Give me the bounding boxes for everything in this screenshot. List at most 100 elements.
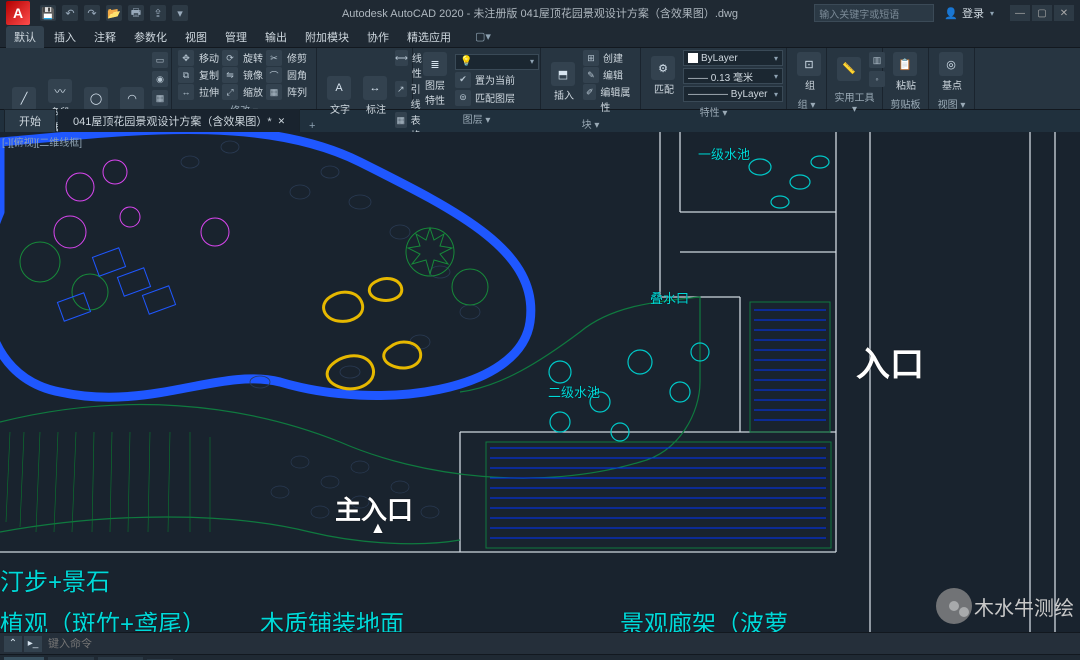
panel-group-title[interactable]: 组 ▾ [793,94,820,111]
command-input[interactable] [42,638,1076,650]
label-main-entry-arrow: ▲ [370,520,386,538]
cmd-paste[interactable]: 📋粘贴 [889,50,921,94]
cmd-dim[interactable]: ↔标注 [359,74,391,118]
autocad-logo[interactable]: A [6,1,30,25]
panel-base: ◎基点 视图 ▾ [929,48,975,109]
panel-block: ⬒插入 ⊞创建 ✎编辑 ✐编辑属性 块 ▾ [541,48,641,109]
window-title: Autodesk AutoCAD 2020 - 未注册版 041屋顶花园景观设计… [342,5,738,21]
draw-ellipse-icon[interactable]: ◉ [152,71,168,87]
ribbon: ╱直线 〰多段线 ◯圆 ◠圆弧 ▭ ◉ ▦ ∿ • ▤ 绘图 ▾ ✥移动⟳旋转✂… [0,48,1080,110]
cmd-layerprops[interactable]: ≣图层特性 [419,50,451,109]
panel-layer-title[interactable]: 图层 ▾ [419,109,534,126]
label-pool1: 一级水池 [698,144,750,163]
move-icon[interactable]: ✥ [178,50,194,66]
circle-icon: ◯ [84,87,108,111]
draw-hatch-icon[interactable]: ▦ [152,90,168,106]
matchlyr-icon[interactable]: ⊜ [455,90,471,106]
tab-featured[interactable]: 精选应用 [399,26,459,48]
create-icon[interactable]: ⊞ [583,50,599,66]
trim-icon[interactable]: ✂ [266,50,282,66]
layer-dropdown[interactable]: 💡▾ [455,54,539,70]
cmd-measure[interactable]: 📏 [833,55,865,83]
draw-rect-icon[interactable]: ▭ [152,52,168,68]
close-tab-icon[interactable]: ✕ [278,116,286,127]
cmd-props[interactable]: ⚙匹配 [647,54,679,98]
search-placeholder: 输入关键字或短语 [819,6,899,21]
qat-share-icon[interactable]: ⇪ [150,5,166,21]
rotate-icon[interactable]: ⟳ [222,50,238,66]
minimize-button[interactable]: — [1010,5,1030,21]
text-icon: A [327,76,351,100]
qat-undo-icon[interactable]: ↶ [62,5,78,21]
panel-annotation: A文字 ↔标注 ⟷线性 ↗引线 ▦表格 注释 ▾ [317,48,413,109]
tab-annotate[interactable]: 注释 [86,26,124,48]
editattr-icon[interactable]: ✐ [583,84,596,100]
lineweight-dropdown[interactable]: —— 0.13 毫米▾ [683,68,783,84]
viewport-controls[interactable]: [-][俯视][二维线框] [2,134,82,149]
doctab-start[interactable]: 开始 [4,109,56,132]
fillet-icon[interactable]: ⌒ [266,67,282,83]
tab-parametric[interactable]: 参数化 [126,26,175,48]
qat-open-icon[interactable]: 📂 [106,5,122,21]
tab-insert[interactable]: 插入 [46,26,84,48]
qat-save-icon[interactable]: 💾 [40,5,56,21]
quick-access-toolbar: 💾 ↶ ↷ 📂 🖶 ⇪ ▾ [40,5,188,21]
tab-collab[interactable]: 协作 [359,26,397,48]
doctab-file[interactable]: 041屋顶花园景观设计方案（含效果图）*✕ [58,109,300,132]
panel-draw: ╱直线 〰多段线 ◯圆 ◠圆弧 ▭ ◉ ▦ ∿ • ▤ 绘图 ▾ [2,48,172,109]
stretch-icon[interactable]: ↔ [178,84,194,100]
cmd-insert[interactable]: ⬒插入 [547,60,579,104]
linetype-dropdown[interactable]: ———— ByLayer▾ [683,86,783,102]
group-icon: ⊡ [797,52,821,76]
command-line[interactable]: ⌃ ▸_ [0,632,1080,654]
tab-addins[interactable]: 附加模块 [297,26,357,48]
props-icon: ⚙ [651,56,675,80]
array-icon[interactable]: ▦ [266,84,282,100]
qat-dropdown-icon[interactable]: ▾ [172,5,188,21]
cmd-expand-icon[interactable]: ⌃ [4,636,22,652]
label-pergola: 景观廊架（波萝 [620,604,788,632]
edit-icon[interactable]: ✎ [583,67,599,83]
label-pool2: 二级水池 [548,382,600,401]
tab-default[interactable]: 默认 [6,26,44,48]
doctab-new[interactable]: + [302,120,322,132]
tab-output[interactable]: 输出 [257,26,295,48]
linear-icon[interactable]: ⟷ [395,50,408,66]
setcur-icon[interactable]: ✔ [455,72,471,88]
cmd-base[interactable]: ◎基点 [935,50,967,94]
maximize-button[interactable]: ▢ [1032,5,1052,21]
cmd-text[interactable]: A文字 [323,74,355,118]
ribbon-tabs: 默认 插入 注释 参数化 视图 管理 输出 附加模块 协作 精选应用 ▢▾ [0,26,1080,48]
tab-manage[interactable]: 管理 [217,26,255,48]
panel-util-title[interactable]: 实用工具 ▾ [833,87,876,115]
arc-icon: ◠ [120,87,144,111]
panel-clip-title[interactable]: 剪贴板 [889,94,922,111]
ribbon-collapse-button[interactable]: ▢▾ [469,28,497,45]
qat-redo-icon[interactable]: ↷ [84,5,100,21]
login-button[interactable]: 👤登录▾ [944,5,994,21]
wechat-icon [936,588,972,624]
mirror-icon[interactable]: ⇋ [222,67,238,83]
panel-base-title[interactable]: 视图 ▾ [935,94,968,111]
tab-view[interactable]: 视图 [177,26,215,48]
label-planting: 植观（斑竹+鸢尾） [0,604,206,632]
table-icon[interactable]: ▦ [395,112,407,128]
panel-block-title[interactable]: 块 ▾ [547,114,634,131]
drawing-canvas[interactable]: [-][俯视][二维线框] [0,132,1080,632]
scale-icon[interactable]: ⤢ [222,84,238,100]
panel-utility: 📏▥◦ 实用工具 ▾ [827,48,883,109]
title-bar: A 💾 ↶ ↷ 📂 🖶 ⇪ ▾ Autodesk AutoCAD 2020 - … [0,0,1080,26]
panel-props-title[interactable]: 特性 ▾ [647,102,780,119]
status-bar: 模型 布局1 布局2 + [0,654,1080,660]
copy-icon[interactable]: ⧉ [178,67,194,83]
search-box[interactable]: 输入关键字或短语 [814,4,934,22]
close-button[interactable]: ✕ [1054,5,1074,21]
base-icon: ◎ [939,52,963,76]
color-dropdown[interactable]: ByLayer▾ [683,50,783,66]
cmd-group[interactable]: ⊡组 [793,50,825,94]
layer-bulb-icon: 💡 [460,56,472,67]
label-wood-paving: 木质铺装地面 [260,604,404,632]
qat-plot-icon[interactable]: 🖶 [128,5,144,21]
panel-layer: ≣图层特性 💡▾ ✔置为当前 ⊜匹配图层 图层 ▾ [413,48,541,109]
leader-icon[interactable]: ↗ [395,81,407,97]
